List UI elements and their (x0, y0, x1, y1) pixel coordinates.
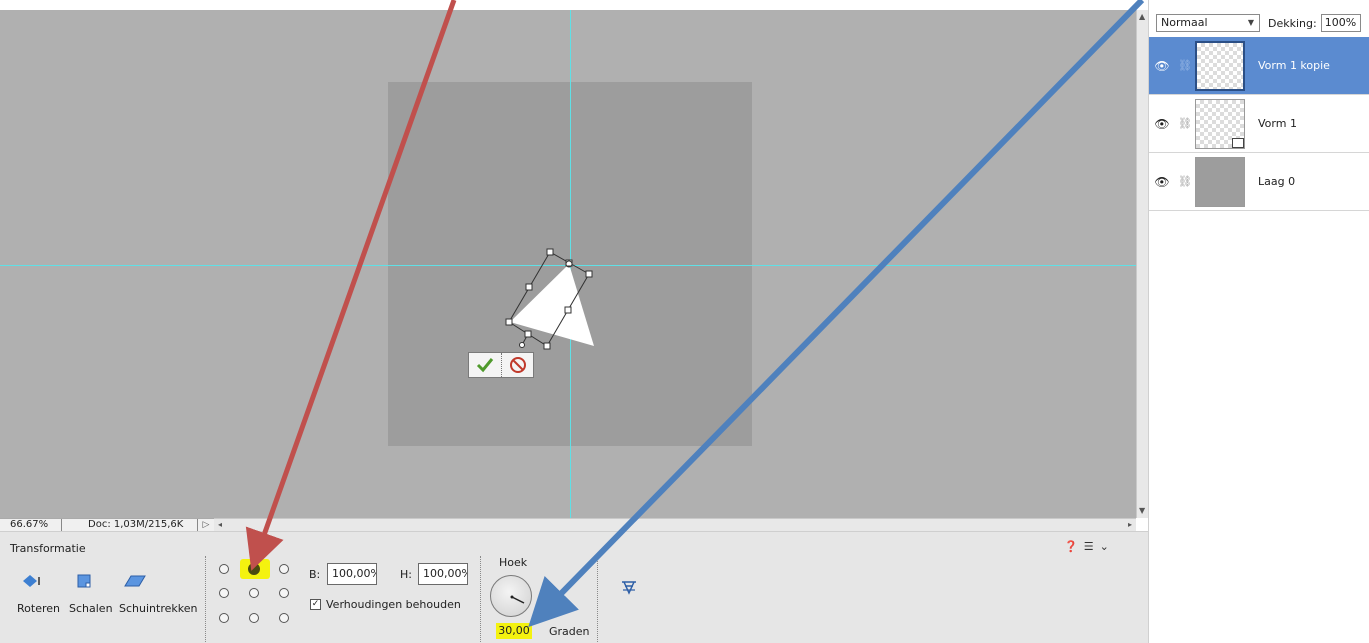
width-input[interactable]: 100,00% (327, 563, 377, 585)
divider (480, 556, 481, 642)
blend-mode-select[interactable]: Normaal ▼ (1156, 14, 1260, 32)
scroll-left-icon[interactable]: ◂ (218, 520, 222, 530)
scale-button[interactable] (74, 572, 94, 590)
blend-mode-value: Normaal (1161, 16, 1208, 29)
layers-panel: Normaal ▼ Dekking: 100% 👁 ⛓ Vorm 1 kopie… (1148, 0, 1369, 643)
reference-point-center[interactable] (249, 588, 259, 598)
reference-point-bottom-left[interactable] (219, 613, 229, 623)
handle-right[interactable] (564, 306, 572, 314)
vector-mask-icon (1232, 137, 1244, 148)
visibility-eye-icon[interactable]: 👁 (1149, 117, 1175, 131)
keep-ratio-label: Verhoudingen behouden (326, 598, 461, 611)
layer-name: Vorm 1 kopie (1258, 59, 1330, 72)
status-menu-icon[interactable]: ▷ (198, 519, 214, 531)
panel-title: Transformatie (10, 542, 86, 555)
keep-ratio-checkbox[interactable]: ✓ (310, 599, 321, 610)
width-label: B: (309, 568, 321, 581)
divider (597, 556, 598, 642)
opacity-label: Dekking: (1268, 16, 1317, 30)
layer-thumbnail (1195, 40, 1245, 91)
horizontal-scrollbar[interactable]: ◂ ▸ (214, 518, 1136, 531)
collapse-chevron-icon[interactable]: ⌄ (1100, 540, 1109, 553)
rotate-label[interactable]: Roteren (17, 602, 60, 615)
reference-point-middle-left[interactable] (219, 588, 229, 598)
angle-dial[interactable] (490, 575, 532, 617)
reference-point-top-center[interactable] (248, 563, 260, 575)
handle-bottom-left[interactable] (505, 318, 513, 326)
handle-top-left[interactable] (546, 248, 554, 256)
layer-row-vorm-1[interactable]: 👁 ⛓ Vorm 1 (1149, 95, 1369, 153)
canvas-area[interactable] (0, 0, 1136, 518)
skew-button[interactable] (122, 572, 148, 590)
reference-point-top-left[interactable] (219, 564, 229, 574)
reference-point-bottom-center[interactable] (249, 613, 259, 623)
link-icon[interactable]: ⛓ (1175, 175, 1195, 188)
help-icon[interactable]: ❓ (1064, 540, 1078, 553)
visibility-eye-icon[interactable]: 👁 (1149, 59, 1175, 73)
transform-overlay (505, 248, 594, 350)
link-icon[interactable]: ⛓ (1175, 117, 1195, 130)
layer-thumbnail (1195, 156, 1245, 207)
white-shape[interactable] (510, 264, 594, 346)
panel-controls: ❓ ☰ ⌄ (1064, 540, 1109, 553)
status-bar: 66.67% Doc: 1,03M/215,6K ▷ (0, 518, 214, 531)
visibility-eye-icon[interactable]: 👁 (1149, 175, 1175, 189)
layer-row-laag-0[interactable]: 👁 ⛓ Laag 0 (1149, 153, 1369, 211)
rotate-icon (23, 575, 40, 587)
flip-icon (622, 581, 636, 595)
zoom-level[interactable]: 66.67% (0, 519, 62, 531)
layer-thumbnail (1195, 98, 1245, 149)
opacity-input[interactable]: 100% (1320, 14, 1361, 32)
transform-commit-bar (468, 352, 534, 378)
scale-icon (77, 574, 91, 588)
scroll-down-icon[interactable]: ▼ (1139, 506, 1145, 516)
handle-left[interactable] (525, 283, 533, 291)
layer-name: Laag 0 (1258, 175, 1296, 188)
layers-toolbar: Normaal ▼ Dekking: 100% (1149, 10, 1369, 36)
rotate-button[interactable] (20, 572, 44, 590)
commit-button[interactable] (469, 353, 501, 377)
scroll-right-icon[interactable]: ▸ (1128, 520, 1132, 530)
reference-point-middle-right[interactable] (279, 588, 289, 598)
reference-point-bottom-right[interactable] (279, 613, 289, 623)
scale-label[interactable]: Schalen (69, 602, 113, 615)
layer-name: Vorm 1 (1258, 117, 1297, 130)
cancel-button[interactable] (501, 353, 533, 377)
angle-needle-icon (510, 595, 525, 604)
flip-button[interactable] (618, 578, 640, 596)
handle-bottom[interactable] (524, 330, 532, 338)
angle-value-input[interactable]: 30,00 (496, 623, 532, 639)
height-input[interactable]: 100,00% (418, 563, 468, 585)
reference-point-top-right[interactable] (279, 564, 289, 574)
scroll-up-icon[interactable]: ▲ (1139, 12, 1145, 22)
vertical-scrollbar[interactable]: ▲ ▼ (1136, 10, 1148, 518)
skew-label[interactable]: Schuintrekken (119, 602, 197, 615)
link-icon[interactable]: ⛓ (1175, 59, 1195, 72)
handle-bottom-right[interactable] (543, 342, 551, 350)
angle-label: Hoek (499, 556, 528, 569)
height-label: H: (400, 568, 412, 581)
chevron-down-icon: ▼ (1247, 18, 1254, 27)
angle-unit-label: Graden (549, 625, 590, 638)
doc-size: Doc: 1,03M/215,6K (62, 519, 198, 531)
layer-row-vorm-1-kopie[interactable]: 👁 ⛓ Vorm 1 kopie (1149, 37, 1369, 95)
handle-top-right[interactable] (585, 270, 593, 278)
divider (205, 556, 206, 642)
rotation-handle[interactable] (519, 342, 525, 348)
tool-options-bar: Transformatie Roteren Schalen Schuintrek… (0, 531, 1148, 643)
checkmark-icon (476, 358, 494, 373)
keep-ratio-option[interactable]: ✓ Verhoudingen behouden (310, 598, 461, 611)
cancel-icon (509, 357, 526, 373)
panel-menu-icon[interactable]: ☰ (1084, 540, 1094, 553)
skew-icon (124, 575, 146, 587)
